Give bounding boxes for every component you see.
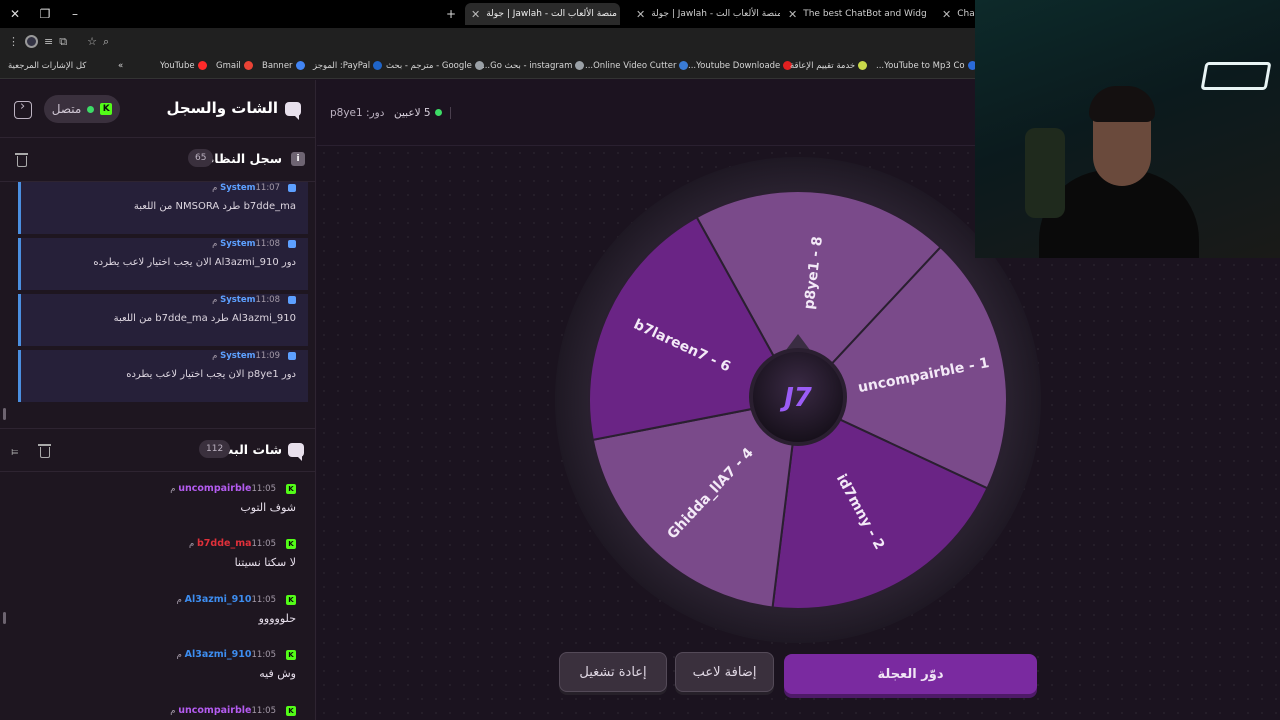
chat-message: KAl3azmi_91011:05 م وش فيه — [176, 649, 296, 680]
zoom-icon[interactable]: ⌕ — [103, 35, 109, 49]
kick-logo-icon: K — [286, 539, 296, 549]
browser-tab[interactable]: ✕ جولة | Jawlah - منصة الألعاب الت — [630, 3, 780, 25]
system-log-count: 65 — [188, 149, 214, 167]
webcam-overlay — [975, 0, 1280, 258]
kick-logo-icon: K — [286, 484, 296, 494]
bookmark-banner[interactable]: Banner — [262, 61, 308, 71]
current-turn: دور: p8ye1 — [330, 107, 385, 119]
collapse-sidebar-button[interactable] — [14, 99, 32, 119]
browser-tab[interactable]: ✕ Cha — [936, 3, 975, 25]
youtube-icon — [197, 61, 207, 70]
chat-log-sidebar: الشات والسجل K متصل i سجل النظام 65 Syst… — [0, 80, 316, 720]
logo-icon: J7 — [779, 383, 813, 413]
stream-chat-count: 112 — [199, 440, 231, 458]
bookmark-yt-mp3[interactable]: YouTube to Mp3 Co... — [876, 61, 980, 71]
tab-close-icon[interactable]: ✕ — [942, 8, 951, 21]
system-log-header: i سجل النظام 65 — [0, 138, 315, 182]
service-icon — [858, 61, 868, 70]
bookmarks-bar: كل الإشارات المرجعية » YouTube Gmail Ban… — [0, 55, 977, 79]
add-player-button[interactable]: إضافة لاعب — [675, 652, 774, 692]
align-icon[interactable]: ⫢ — [11, 444, 18, 459]
profile-icon[interactable] — [25, 35, 38, 48]
google-icon — [575, 61, 585, 70]
list-item: System11:08 م دور Al3azmi_910 الان يجب ا… — [18, 238, 308, 290]
system-log-title: سجل النظام — [205, 151, 282, 166]
browser-titlebar: ✕ ❐ – + ✕ جولة | Jawlah - منصة الألعاب ال… — [0, 0, 975, 28]
chat-bubble-icon — [285, 102, 301, 120]
bookmarks-overflow-icon[interactable]: » — [118, 61, 123, 71]
list-item: System11:09 م دور p8ye1 الان يجب اختيار … — [18, 350, 308, 402]
bookmark-paypal[interactable]: PayPal: الموجز — [313, 61, 385, 71]
sidebar-title: الشات والسجل — [166, 99, 278, 117]
new-tab-icon[interactable]: + — [436, 0, 466, 28]
bookmark-instagram-search[interactable]: instagram - بحث Go... — [482, 61, 587, 71]
sidebar-header: الشات والسجل K متصل — [0, 80, 315, 138]
tab-close-icon[interactable]: ✕ — [471, 8, 480, 21]
scrollbar-thumb[interactable] — [3, 612, 6, 624]
connection-status: K متصل — [44, 95, 120, 123]
stream-chat-list: Kuncompairble11:05 م شوف التوب Kb7dde_ma… — [0, 472, 315, 720]
browser-toolbar: ⋮ ≡ ⧉ ☆ ⌕ — [0, 28, 975, 55]
system-icon — [288, 183, 296, 192]
bookmark-all[interactable]: كل الإشارات المرجعية — [8, 61, 101, 71]
gmail-icon — [243, 61, 253, 70]
list-item: System11:08 م Al3azmi_910 طرد b7dde_ma م… — [18, 294, 308, 346]
browser-tab-active[interactable]: ✕ جولة | Jawlah - منصة الألعاب الت — [465, 3, 620, 25]
system-log-list: System11:07 م b7dde_ma طرد NMSORA من الل… — [0, 182, 315, 422]
kick-logo-icon: K — [100, 103, 113, 115]
chat-message: Kuncompairble11:05 م — [16, 700, 296, 720]
chair-left — [1025, 128, 1065, 218]
online-dot-icon — [87, 105, 95, 113]
spin-wheel-button[interactable]: دوّر العجلة — [784, 654, 1037, 694]
chat-bubble-icon — [288, 443, 304, 461]
player-count: 5 لاعبين — [394, 107, 451, 119]
kick-logo-icon: K — [286, 595, 296, 605]
bookmark-google-translate[interactable]: Google - مترجم - بحث — [386, 61, 487, 71]
info-icon: i — [291, 152, 305, 166]
paypal-icon — [373, 61, 383, 70]
folder-icon — [89, 61, 98, 70]
banner-icon — [295, 61, 305, 70]
menu-dots-icon[interactable]: ⋮ — [8, 35, 19, 48]
extensions-icon[interactable]: ⧉ — [59, 35, 67, 49]
system-icon — [288, 239, 296, 248]
tab-close-icon[interactable]: ✕ — [788, 8, 797, 21]
bookmark-star-icon[interactable]: ☆ — [87, 35, 97, 48]
restore-window-icon[interactable]: ❐ — [30, 0, 60, 28]
clear-log-trash-icon[interactable] — [15, 153, 28, 167]
kick-logo-icon: K — [286, 650, 296, 660]
streamer-hair — [1089, 86, 1155, 122]
bookmark-video-cutter[interactable]: Online Video Cutter... — [585, 61, 691, 71]
bookmark-gmail[interactable]: Gmail — [216, 61, 256, 71]
restart-button[interactable]: إعادة تشغيل — [559, 652, 667, 692]
stream-chat-header: شات البث 112 ⫢ — [0, 428, 315, 472]
system-icon — [288, 351, 296, 360]
minimize-window-icon[interactable]: – — [60, 0, 90, 28]
kick-logo-icon: K — [286, 706, 296, 716]
media-control-icon[interactable]: ≡ — [44, 35, 53, 48]
chat-message: KAl3azmi_91011:05 م حلووووو — [176, 594, 296, 625]
bookmark-disability-service[interactable]: خدمة تقييم الإعاقة — [790, 61, 870, 71]
chat-message: Kb7dde_ma11:05 م لا سكتا نسيتنا — [189, 538, 296, 569]
list-item: System11:07 م b7dde_ma طرد NMSORA من الل… — [18, 182, 308, 234]
close-window-icon[interactable]: ✕ — [0, 0, 30, 28]
neon-logo-icon — [1200, 62, 1272, 90]
online-dot-icon — [434, 109, 442, 116]
bookmark-youtube-downloader[interactable]: Youtube Downloade... — [688, 61, 795, 71]
scrollbar-thumb[interactable] — [3, 408, 6, 420]
browser-tab[interactable]: ✕ The best ChatBot and Widg — [782, 3, 932, 25]
tab-close-icon[interactable]: ✕ — [636, 8, 645, 21]
chat-message: Kuncompairble11:05 م شوف التوب — [170, 483, 296, 514]
clear-chat-trash-icon[interactable] — [38, 444, 51, 458]
system-icon — [288, 295, 296, 304]
bookmark-youtube[interactable]: YouTube — [160, 61, 210, 71]
